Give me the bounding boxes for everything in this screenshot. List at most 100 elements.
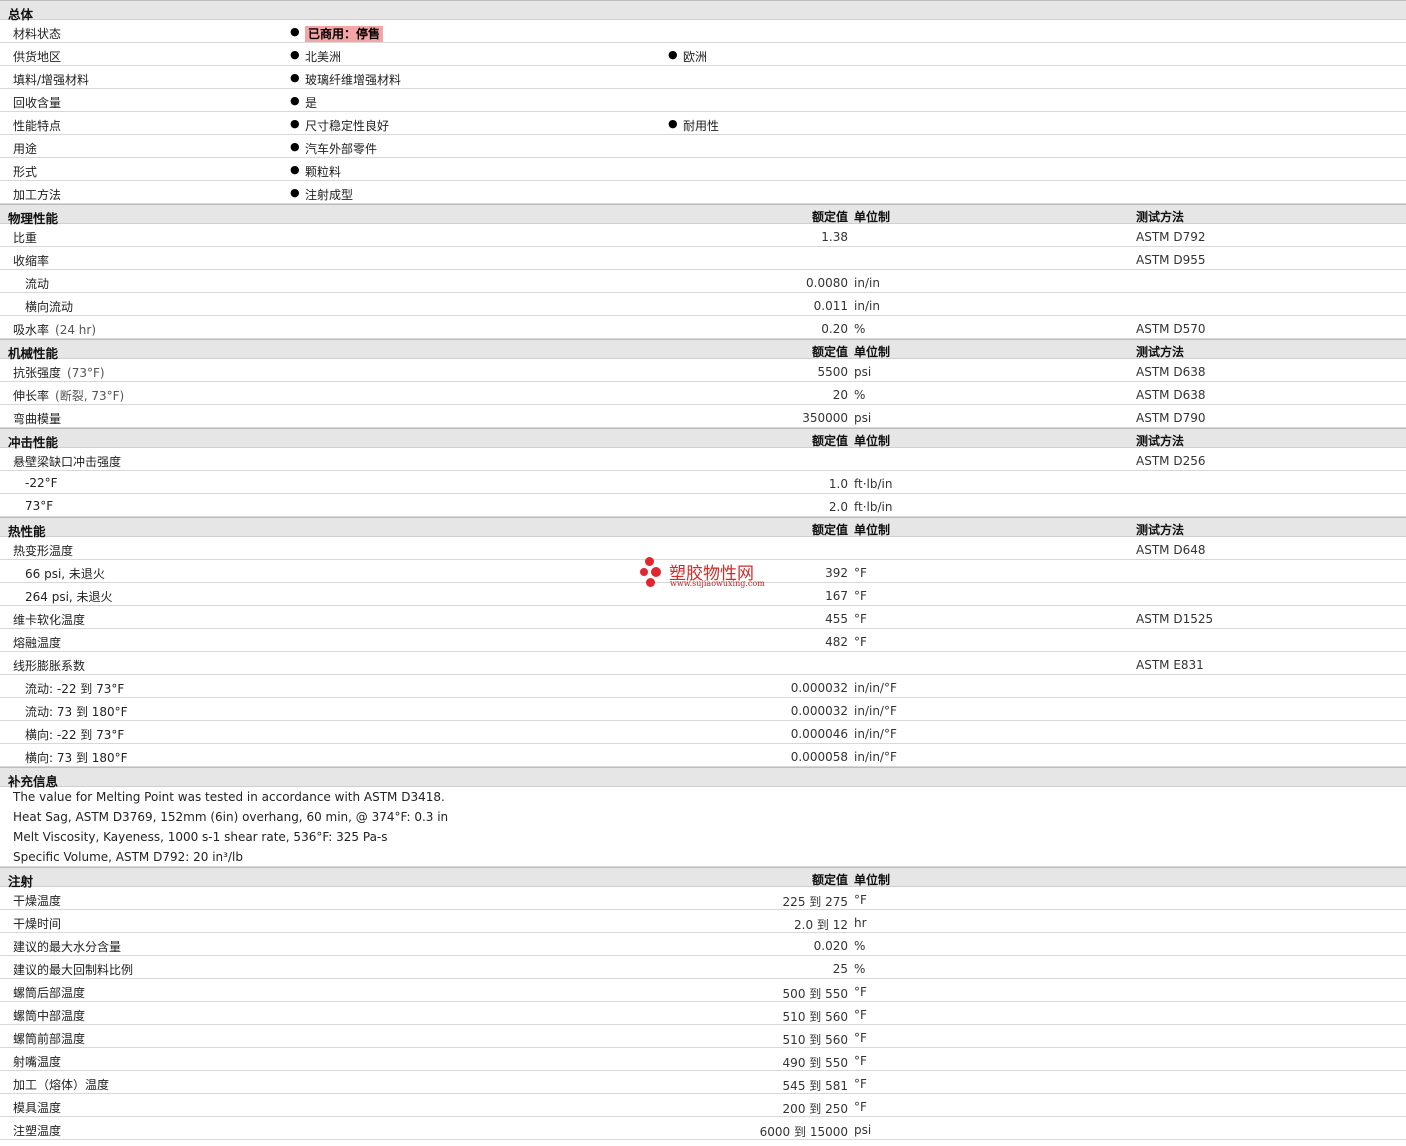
property-label: 供货地区 (13, 50, 62, 64)
property-unit: psi (854, 365, 872, 379)
property-name: 螺筒前部温度 (13, 1032, 86, 1046)
logo-dots-icon (640, 556, 664, 590)
property-label: 收缩率 (13, 252, 49, 269)
property-name: 注塑温度 (13, 1124, 62, 1138)
test-method: ASTM D638 (1136, 388, 1206, 402)
note-text: The value for Melting Point was tested i… (13, 790, 445, 804)
section-header: 冲击性能 额定值 单位制 测试方法 (0, 428, 1406, 450)
bullet-icon: ● (290, 71, 300, 84)
property-row: 干燥温度 225 到 275 °F (0, 887, 1406, 910)
section-header: 物理性能 额定值 单位制 测试方法 (0, 204, 1406, 226)
item-text: 欧洲 (683, 50, 708, 64)
property-row: 横向: 73 到 180°F 0.000058 in/in/°F (0, 744, 1406, 767)
property-name: 横向流动 (25, 300, 74, 314)
property-value: 500 到 550 (782, 987, 848, 1001)
property-value: 167 (825, 589, 848, 603)
column-header-method: 测试方法 (1136, 210, 1185, 224)
property-name: 比重 (13, 231, 38, 245)
property-value: 0.020 (813, 939, 848, 953)
property-unit: °F (854, 612, 867, 626)
column-header-value: 额定值 (811, 434, 848, 448)
property-item: 颗粒料 (305, 163, 341, 180)
property-name: 收缩率 (13, 254, 50, 268)
property-value: 0.000032 (790, 681, 848, 695)
property-name: 加工（熔体）温度 (13, 1078, 110, 1092)
property-label: 螺筒后部温度 (13, 984, 85, 1001)
property-unit: °F (854, 1100, 867, 1114)
property-unit: in/in (854, 299, 880, 313)
property-name: 吸水率 (13, 323, 50, 337)
column-header-unit: 单位制 (854, 523, 891, 537)
item-text: 玻璃纤维增强材料 (305, 73, 402, 87)
property-value: 350000 (802, 411, 848, 425)
test-method: ASTM D648 (1136, 543, 1206, 557)
property-label: 吸水率 (24 hr) (13, 321, 96, 338)
item-text: 耐用性 (683, 119, 720, 133)
note-text: Specific Volume, ASTM D792: 20 in³/lb (13, 850, 243, 864)
property-value: 455 (825, 612, 848, 626)
property-label: 66 psi, 未退火 (25, 565, 105, 582)
property-unit: in/in/°F (854, 750, 897, 764)
property-name: 维卡软化温度 (13, 613, 86, 627)
property-label: 材料状态 (13, 27, 62, 41)
property-name: 热变形温度 (13, 544, 74, 558)
property-label: 建议的最大回制料比例 (13, 961, 133, 978)
test-method: ASTM D256 (1136, 454, 1206, 468)
column-header-unit: 单位制 (854, 210, 891, 224)
property-unit: in/in/°F (854, 681, 897, 695)
property-label: 加工（熔体）温度 (13, 1076, 109, 1093)
property-unit: °F (854, 893, 867, 907)
test-method: ASTM D1525 (1136, 612, 1214, 626)
property-unit: psi (854, 1123, 872, 1137)
status-badge: 已商用：停售 (305, 26, 384, 42)
property-name: 线形膨胀系数 (13, 659, 86, 673)
section-header: 总体 (0, 0, 1406, 22)
property-row: 横向: -22 到 73°F 0.000046 in/in/°F (0, 721, 1406, 744)
property-row: 性能特点 ● 尺寸稳定性良好 ● 耐用性 (0, 112, 1406, 135)
property-item: 是 (305, 94, 317, 111)
column-header-unit: 单位制 (854, 873, 891, 887)
property-value: 2.0 (828, 500, 848, 514)
bullet-icon: ● (668, 48, 678, 61)
property-row: 注塑温度 6000 到 15000 psi (0, 1117, 1406, 1140)
item-text: 汽车外部零件 (305, 142, 378, 156)
property-name: 流动 (25, 277, 50, 291)
property-row: 流动: 73 到 180°F 0.000032 in/in/°F (0, 698, 1406, 721)
property-row: 横向流动 0.011 in/in (0, 293, 1406, 316)
property-row: 供货地区 ● 北美洲 ● 欧洲 (0, 43, 1406, 66)
column-header-method: 测试方法 (1136, 523, 1185, 537)
column-header-unit: 单位制 (854, 434, 891, 448)
property-value: 490 到 550 (782, 1056, 848, 1070)
property-item: 已商用：停售 (305, 25, 384, 42)
property-row: 螺筒前部温度 510 到 560 °F (0, 1025, 1406, 1048)
property-unit: % (854, 322, 866, 336)
property-name: 伸长率 (13, 389, 50, 403)
property-label: 横向流动 (25, 298, 73, 315)
bullet-icon: ● (290, 117, 300, 130)
property-label: 73°F (25, 499, 53, 513)
property-row: 收缩率 ASTM D955 (0, 247, 1406, 270)
bullet-icon: ● (290, 25, 300, 38)
property-row: 熔融温度 482 °F (0, 629, 1406, 652)
property-label: 悬壁梁缺口冲击强度 (13, 453, 121, 470)
property-item: 尺寸稳定性良好 (305, 117, 389, 134)
property-row: 填料/增强材料 ● 玻璃纤维增强材料 (0, 66, 1406, 89)
property-row: 建议的最大水分含量 0.020% (0, 933, 1406, 956)
property-label: 螺筒中部温度 (13, 1007, 85, 1024)
property-row: 射嘴温度 490 到 550 °F (0, 1048, 1406, 1071)
property-row: 螺筒后部温度 500 到 550 °F (0, 979, 1406, 1002)
property-condition: (断裂, 73°F) (55, 389, 125, 403)
property-row: 加工方法 ● 注射成型 (0, 181, 1406, 204)
property-row: 建议的最大回制料比例 25% (0, 956, 1406, 979)
property-value: 0.000032 (790, 704, 848, 718)
section-header: 热性能 额定值 单位制 测试方法 (0, 517, 1406, 539)
property-label: 填料/增强材料 (13, 73, 90, 87)
property-row: -22°F 1.0 ft·lb/in (0, 471, 1406, 494)
item-text: 颗粒料 (305, 165, 342, 179)
note-line: Melt Viscosity, Kayeness, 1000 s-1 shear… (0, 827, 1406, 847)
bullet-icon: ● (290, 163, 300, 176)
property-unit: ft·lb/in (854, 500, 893, 514)
property-value: 0.000046 (790, 727, 848, 741)
property-name: 悬壁梁缺口冲击强度 (13, 455, 122, 469)
column-header-value: 额定值 (811, 210, 848, 224)
